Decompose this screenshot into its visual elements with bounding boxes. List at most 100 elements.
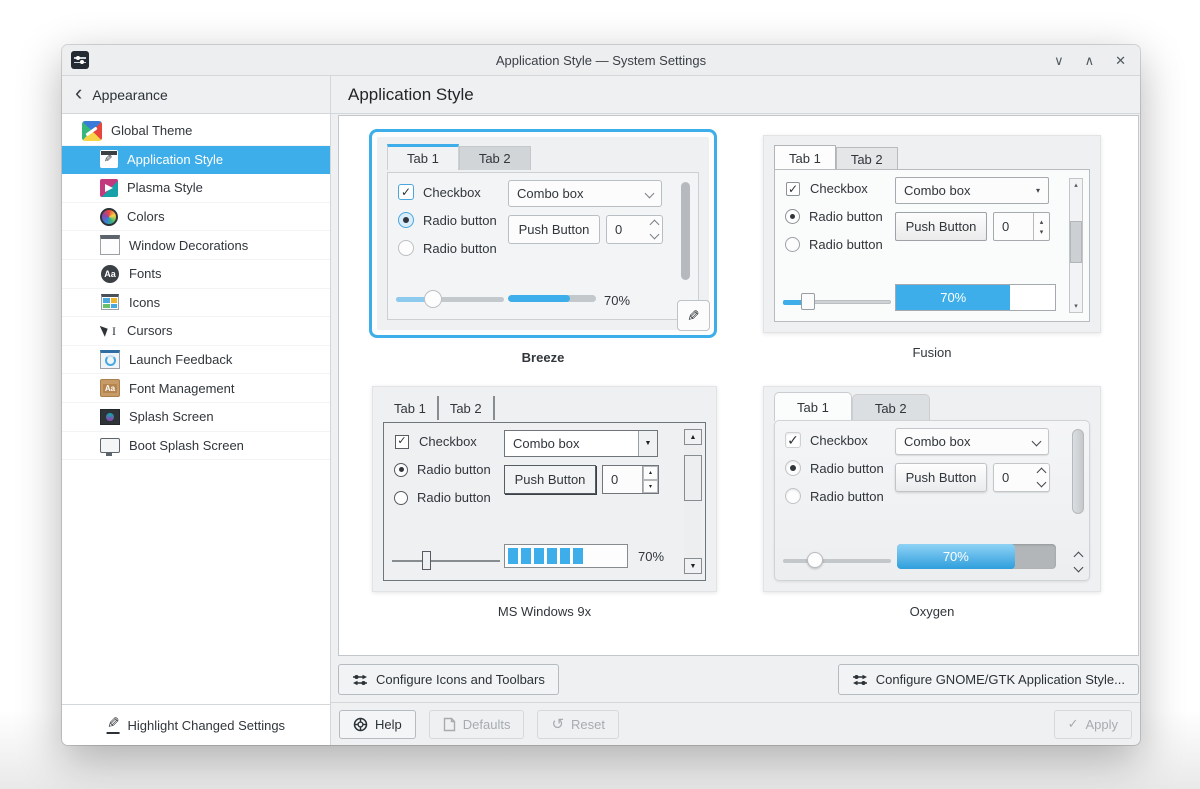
sidebar-item-cursors[interactable]: Cursors — [62, 317, 330, 346]
mock-radio-selected: Radio button — [394, 462, 491, 477]
splash-screen-icon — [100, 409, 120, 425]
radio-on-icon — [785, 460, 801, 476]
triangle-up-icon: ▴ — [1074, 181, 1078, 189]
mock-radio-unselected: Radio button — [394, 490, 491, 505]
colors-icon — [100, 208, 118, 226]
mock-checkbox: ✓ Checkbox — [398, 184, 481, 200]
global-theme-icon — [82, 121, 102, 141]
pencil-icon: ✎ — [687, 307, 700, 325]
sidebar-item-global-theme[interactable]: Global Theme — [62, 117, 330, 146]
sidebar-item-splash-screen[interactable]: Splash Screen — [62, 403, 330, 432]
plasma-style-icon — [100, 179, 118, 197]
help-button[interactable]: Help — [339, 710, 416, 739]
radio-on-icon — [398, 212, 414, 228]
main-area: Application Style Tab 1 Tab 2 — [331, 76, 1140, 745]
sidebar-item-boot-splash-screen[interactable]: Boot Splash Screen — [62, 432, 330, 461]
mock-frame: ✓ Checkbox Radio button Radio button — [383, 422, 706, 581]
mock-radio-selected: Radio button — [785, 460, 884, 476]
window-title: Application Style — System Settings — [62, 53, 1140, 68]
highlight-changed-settings-toggle[interactable]: ✎ Highlight Changed Settings — [62, 704, 330, 745]
mock-progressbar: 70% — [895, 284, 1056, 311]
mock-radio-selected: Radio button — [398, 212, 497, 228]
mock-tab-1: Tab 1 — [383, 396, 439, 420]
style-name-oxygen: Oxygen — [763, 604, 1101, 619]
progress-value: 70% — [943, 549, 969, 564]
mock-scrollbar — [681, 182, 690, 280]
style-preview-breeze: Tab 1 Tab 2 ✓ Checkbox Radio b — [369, 129, 717, 365]
radio-on-icon — [785, 209, 800, 224]
oxygen-preview: Tab 1 Tab 2 ✓ Checkbox Radio b — [764, 387, 1100, 591]
window-decorations-icon — [100, 235, 120, 255]
style-card-fusion[interactable]: Tab 1 Tab 2 ✓ Checkbox Radio b — [763, 135, 1101, 333]
mock-radio-unselected: Radio button — [785, 488, 884, 504]
radio-on-icon — [394, 463, 408, 477]
configure-icons-toolbars-button[interactable]: Configure Icons and Toolbars — [338, 664, 559, 695]
boot-splash-screen-icon — [100, 438, 120, 453]
edit-style-button[interactable]: ✎ — [677, 300, 710, 331]
reset-button[interactable]: ↺ Reset — [537, 710, 619, 739]
mock-combobox: Combo box ▼ — [504, 430, 658, 457]
sidebar-item-colors[interactable]: Colors — [62, 203, 330, 232]
triangle-up-icon: ▴ — [1040, 218, 1044, 226]
mock-push-button: Push Button — [508, 215, 600, 244]
scrollbar-chevrons — [1075, 553, 1082, 572]
mswindows-preview: Tab 1 Tab 2 ✓ Checkbox Radio b — [373, 387, 716, 591]
back-button[interactable]: ‹ Appearance — [62, 76, 330, 114]
mock-scrollbar — [1072, 429, 1084, 572]
apply-button[interactable]: ✓ Apply — [1054, 710, 1132, 739]
sidebar-item-window-decorations[interactable]: Window Decorations — [62, 231, 330, 260]
scrollbar-thumb — [1072, 429, 1084, 514]
mock-tab-2: Tab 2 — [459, 146, 531, 170]
maximize-icon[interactable]: ∧ — [1085, 54, 1095, 67]
mock-checkbox: ✓ Checkbox — [785, 432, 868, 448]
checkbox-box: ✓ — [786, 182, 800, 196]
slider-handle — [807, 552, 823, 568]
spin-arrows: ▴▾ — [642, 466, 658, 493]
mock-tab-2: Tab 2 — [852, 394, 930, 421]
check-icon: ✓ — [397, 436, 406, 447]
configure-icon — [352, 672, 368, 688]
icons-icon — [101, 294, 119, 310]
style-name-fusion: Fusion — [763, 345, 1101, 360]
radio-off-icon — [785, 237, 800, 252]
mock-slider — [392, 551, 500, 570]
spin-arrows — [1033, 464, 1049, 491]
sidebar-item-launch-feedback[interactable]: Launch Feedback — [62, 346, 330, 375]
sidebar-item-application-style[interactable]: Application Style — [62, 146, 330, 175]
mock-radio-unselected: Radio button — [785, 237, 883, 252]
sidebar-item-plasma-style[interactable]: Plasma Style — [62, 174, 330, 203]
highlight-changed-settings-label: Highlight Changed Settings — [128, 718, 286, 733]
check-icon: ✓ — [787, 433, 799, 447]
mock-scrollbar: ▲ ▼ — [684, 429, 702, 574]
style-card-breeze[interactable]: Tab 1 Tab 2 ✓ Checkbox Radio b — [369, 129, 717, 338]
mock-progressbar: 70% — [897, 544, 1056, 569]
defaults-button[interactable]: Defaults — [429, 710, 525, 739]
chevron-up-icon — [649, 220, 659, 230]
back-label: Appearance — [92, 87, 168, 103]
application-style-icon — [100, 150, 118, 168]
configure-gtk-button[interactable]: Configure GNOME/GTK Application Style... — [838, 664, 1139, 695]
mock-combobox: Combo box — [508, 180, 662, 207]
style-card-oxygen[interactable]: Tab 1 Tab 2 ✓ Checkbox Radio b — [763, 386, 1101, 592]
radio-off-icon — [398, 240, 414, 256]
sidebar-item-icons[interactable]: Icons — [62, 289, 330, 318]
chevron-down-icon — [1036, 478, 1046, 488]
slider-handle — [801, 293, 815, 310]
style-name-mswindows: MS Windows 9x — [372, 604, 717, 619]
progress-value: 70% — [940, 290, 966, 305]
style-card-mswindows[interactable]: Tab 1 Tab 2 ✓ Checkbox Radio b — [372, 386, 717, 592]
configure-row: Configure Icons and Toolbars Configure G… — [331, 656, 1140, 702]
check-icon: ✓ — [401, 186, 411, 198]
mock-push-button: Push Button — [895, 463, 987, 492]
mock-tab-1: Tab 1 — [774, 145, 836, 170]
bottom-toolbar: Help Defaults ↺ Reset ✓ — [331, 702, 1140, 745]
triangle-down-icon: ▾ — [1074, 302, 1078, 310]
chevron-up-icon — [1036, 468, 1046, 478]
minimize-icon[interactable]: ∨ — [1054, 54, 1064, 67]
sidebar-item-font-management[interactable]: Aa Font Management — [62, 374, 330, 403]
sidebar-item-fonts[interactable]: Aa Fonts — [62, 260, 330, 289]
style-preview-fusion: Tab 1 Tab 2 ✓ Checkbox Radio b — [763, 135, 1101, 360]
radio-off-icon — [785, 488, 801, 504]
mock-scrollbar: ▴ ▾ — [1069, 178, 1083, 313]
close-icon[interactable]: ✕ — [1115, 54, 1126, 67]
